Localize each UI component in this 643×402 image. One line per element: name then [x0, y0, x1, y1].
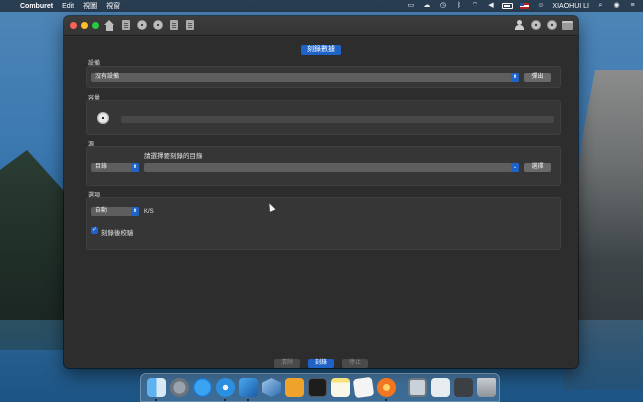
- bluetooth-icon[interactable]: ᛒ: [454, 2, 463, 10]
- spotlight-search-icon[interactable]: ⌕: [596, 2, 605, 10]
- user-switch-icon[interactable]: ☺: [536, 2, 545, 10]
- close-window-button[interactable]: [70, 22, 77, 29]
- source-hint-text: 請選擇要刻錄的目錄: [144, 153, 203, 160]
- app-window: 刻錄數據 設備 沒有設備 ⬍ 彈出 容量 源 請選擇要刻錄的目錄 目錄 ⬍ ⌄ …: [64, 16, 578, 368]
- menubar-status-area: ▭ ☁ ◷ ᛒ ⌔ ◀ ☺ XIAOHUI LI ⌕ ◉ ≡: [406, 2, 637, 10]
- source-type-value: 目錄: [95, 164, 108, 170]
- disc-info-icon[interactable]: [530, 19, 541, 31]
- source-type-select[interactable]: 目錄 ⬍: [91, 163, 139, 172]
- device-select[interactable]: 沒有設備 ⬍: [91, 73, 519, 82]
- choose-button[interactable]: 選擇: [524, 163, 551, 172]
- eject-button[interactable]: 彈出: [524, 73, 551, 82]
- input-source-flag-icon[interactable]: [520, 3, 530, 9]
- cloud-icon[interactable]: ☁: [422, 2, 431, 10]
- trash-icon[interactable]: [477, 378, 496, 397]
- screenshot-icon[interactable]: [431, 378, 450, 397]
- menu-bar: Comburet Edit 視圖 視窗 ▭ ☁ ◷ ᛒ ⌔ ◀ ☺ XIAOHU…: [0, 0, 643, 12]
- window-titlebar[interactable]: [64, 16, 578, 36]
- virtualbox-icon[interactable]: [262, 378, 281, 397]
- monitor-icon[interactable]: [454, 378, 473, 397]
- tab-burn-data[interactable]: 刻錄數據: [301, 45, 341, 55]
- time-machine-icon[interactable]: ◷: [438, 2, 447, 10]
- source-path-field[interactable]: ⌄: [144, 163, 519, 172]
- speed-select[interactable]: 自動 ⬍: [91, 207, 139, 216]
- device-group: 沒有設備 ⬍ 彈出: [86, 66, 561, 88]
- home-icon[interactable]: [104, 19, 115, 31]
- edit-document-icon[interactable]: [120, 19, 131, 31]
- user-name[interactable]: XIAOHUI LI: [552, 3, 589, 10]
- finder-icon[interactable]: [147, 378, 166, 401]
- drive-icon[interactable]: [562, 19, 573, 31]
- safari-icon[interactable]: [216, 378, 235, 401]
- chevron-updown-icon: ⬍: [131, 163, 139, 172]
- notification-center-icon[interactable]: ≡: [628, 2, 637, 10]
- preview-window-icon[interactable]: [408, 378, 427, 397]
- minimize-window-button[interactable]: [81, 22, 88, 29]
- zoom-window-button[interactable]: [92, 22, 99, 29]
- display-icon[interactable]: ▭: [406, 2, 415, 10]
- wifi-icon[interactable]: ⌔: [470, 2, 479, 10]
- chevron-updown-icon: ⬍: [511, 73, 519, 82]
- battery-icon[interactable]: [502, 3, 514, 9]
- dock: [140, 373, 500, 402]
- source-group: 請選擇要刻錄的目錄 目錄 ⬍ ⌄ 選擇: [86, 146, 561, 186]
- verify-label[interactable]: 刻錄後校驗: [101, 227, 134, 237]
- disc-icon[interactable]: [136, 19, 147, 31]
- burn-button[interactable]: 刻錄: [308, 359, 334, 368]
- textedit-icon[interactable]: [352, 376, 375, 399]
- burn-app-icon[interactable]: [377, 378, 396, 401]
- sublime-text-icon[interactable]: [285, 378, 304, 397]
- save-document-icon[interactable]: [184, 19, 195, 31]
- disc-copy-icon[interactable]: [152, 19, 163, 31]
- options-group: 自動 ⬍ K/S ✓ 刻錄後校驗: [86, 197, 561, 250]
- capacity-bar: [121, 116, 554, 123]
- capacity-group: [86, 100, 561, 135]
- disc-capacity-icon: [97, 112, 109, 124]
- menu-edit[interactable]: Edit: [62, 3, 74, 10]
- verify-checkbox[interactable]: ✓: [91, 227, 98, 234]
- window-content: 刻錄數據 設備 沒有設備 ⬍ 彈出 容量 源 請選擇要刻錄的目錄 目錄 ⬍ ⌄ …: [64, 37, 578, 368]
- chevron-updown-icon: ⬍: [131, 207, 139, 216]
- stop-button[interactable]: 停止: [342, 359, 368, 368]
- menu-view[interactable]: 視圖: [83, 1, 97, 11]
- speed-value: 自動: [95, 208, 108, 214]
- notes-icon[interactable]: [331, 378, 350, 397]
- account-icon[interactable]: [514, 19, 525, 31]
- volume-icon[interactable]: ◀: [486, 2, 495, 10]
- app-menu[interactable]: Comburet: [20, 3, 53, 10]
- siri-icon[interactable]: ◉: [612, 2, 621, 10]
- clear-button[interactable]: 清除: [274, 359, 300, 368]
- device-select-value: 沒有設備: [95, 74, 120, 80]
- speed-unit-label: K/S: [144, 209, 154, 215]
- chevron-down-icon: ⌄: [511, 163, 519, 172]
- menu-window[interactable]: 視窗: [106, 1, 120, 11]
- disc-settings-icon[interactable]: [546, 19, 557, 31]
- xcode-icon[interactable]: [239, 378, 258, 401]
- launchpad-icon[interactable]: [170, 378, 189, 397]
- document-icon[interactable]: [168, 19, 179, 31]
- app-store-icon[interactable]: [193, 378, 212, 397]
- terminal-icon[interactable]: [308, 378, 327, 397]
